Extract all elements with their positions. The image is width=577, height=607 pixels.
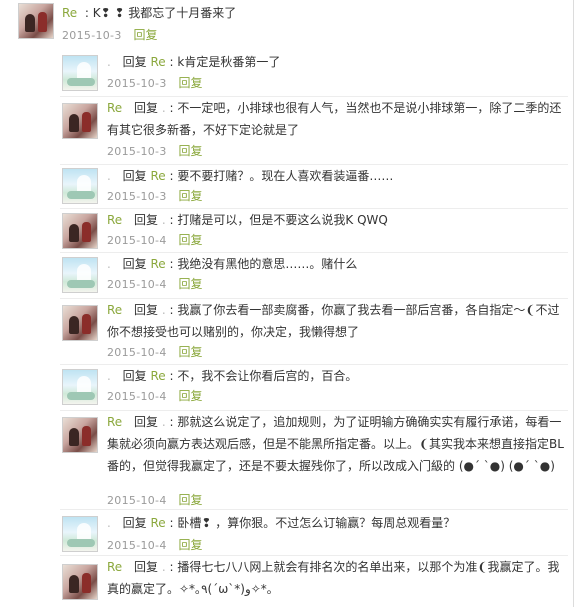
reply-item: Re 回复 . : 播得七七八八网上就会有排名次的名单出来，以那个为准❨我赢定了… — [60, 556, 568, 607]
reply-text: 播得七七八八网上就会有排名次的名单出来，以那个为准❨我赢定了。我真的赢定了。✧*… — [107, 560, 560, 596]
reply-header: Re 回复 . : 打赌是可以，但是不要这么说我K QWQ — [107, 213, 388, 227]
author-link[interactable]: . — [107, 169, 111, 183]
user-avatar[interactable] — [62, 417, 98, 453]
reply-text: 那就这么说定了，追加规则，为了证明输方确确实实有履行承诺，每看一集就必须向赢方表… — [107, 415, 564, 473]
reply-date: 2015-10-4 — [107, 234, 167, 247]
reply-verb: 回复 — [122, 257, 147, 271]
right-divider — [573, 0, 574, 607]
user-avatar[interactable] — [62, 257, 98, 293]
reply-button[interactable]: 回复 — [133, 28, 157, 42]
reply-date: 2015-10-3 — [107, 145, 167, 158]
reply-verb: 回复 — [134, 415, 159, 429]
user-avatar[interactable] — [62, 369, 98, 405]
target-user-link[interactable]: . — [162, 415, 166, 429]
author-link[interactable]: Re — [107, 560, 122, 574]
reply-button[interactable]: 回复 — [178, 189, 202, 203]
reply-verb: 回复 — [122, 369, 147, 383]
top-comment: Re : K❢ ❢ 我都忘了十月番来了 2015-10-3 回复 — [0, 0, 570, 45]
comment-text: K❢ ❢ 我都忘了十月番来了 — [92, 6, 237, 20]
author-link[interactable]: . — [107, 55, 111, 69]
reply-header: Re 回复 . : 不一定吧，小排球也很有人气，当然也不是说小排球第一，除了二季… — [107, 101, 562, 137]
reply-button[interactable]: 回复 — [178, 76, 202, 90]
reply-text: 打赌是可以，但是不要这么说我K QWQ — [177, 213, 388, 227]
reply-text: 不，我不会让你看后宫的，百合。 — [177, 369, 358, 383]
reply-item: . 回复 Re : 卧槽❢ ，算你狠。不过怎么订输赢？每周总观看量？ 2015-… — [60, 510, 568, 554]
reply-item: . 回复 Re : 我绝没有黑他的意思……。赌什么 2015-10-4 回复 — [60, 253, 568, 297]
reply-text: 不一定吧，小排球也很有人气，当然也不是说小排球第一，除了二季的还有其它很多新番，… — [107, 101, 562, 137]
comment-header: Re : K❢ ❢ 我都忘了十月番来了 — [62, 6, 237, 20]
author-link[interactable]: Re — [107, 213, 122, 227]
reply-text: 要不要打赌？。现在人喜欢看装逼番…… — [177, 169, 394, 183]
author-link[interactable]: Re — [107, 415, 122, 429]
author-link[interactable]: Re — [107, 101, 122, 115]
user-avatar[interactable] — [62, 516, 98, 552]
reply-verb: 回复 — [134, 303, 159, 317]
reply-verb: 回复 — [134, 101, 159, 115]
reply-date: 2015-10-4 — [107, 278, 167, 291]
target-user-link[interactable]: . — [162, 101, 166, 115]
reply-verb: 回复 — [134, 213, 159, 227]
reply-item: . 回复 Re : 要不要打赌？。现在人喜欢看装逼番…… 2015-10-3 回… — [60, 165, 568, 209]
user-avatar[interactable] — [62, 305, 98, 341]
reply-button[interactable]: 回复 — [178, 345, 202, 359]
reply-item: Re 回复 . : 打赌是可以，但是不要这么说我K QWQ 2015-10-4 … — [60, 209, 568, 253]
author-link[interactable]: . — [107, 257, 111, 271]
target-user-link[interactable]: . — [162, 303, 166, 317]
reply-item: Re 回复 . : 不一定吧，小排球也很有人气，当然也不是说小排球第一，除了二季… — [60, 97, 568, 163]
user-avatar[interactable] — [18, 3, 54, 39]
reply-verb: 回复 — [122, 169, 147, 183]
reply-date: 2015-10-4 — [107, 494, 167, 507]
reply-date: 2015-10-3 — [107, 190, 167, 203]
comment-date: 2015-10-3 — [62, 29, 122, 42]
user-avatar[interactable] — [62, 213, 98, 249]
target-user-link[interactable]: . — [162, 213, 166, 227]
author-link[interactable]: Re — [107, 303, 122, 317]
reply-button[interactable]: 回复 — [178, 389, 202, 403]
reply-date: 2015-10-3 — [107, 77, 167, 90]
reply-header: . 回复 Re : 不，我不会让你看后宫的，百合。 — [107, 369, 358, 383]
target-user-link[interactable]: Re — [151, 369, 166, 383]
username-link[interactable]: Re — [62, 6, 77, 20]
target-user-link[interactable]: Re — [151, 169, 166, 183]
reply-verb: 回复 — [134, 560, 159, 574]
user-avatar[interactable] — [62, 564, 98, 600]
reply-date: 2015-10-4 — [107, 539, 167, 552]
reply-item: . 回复 Re : k肯定是秋番第一了 2015-10-3 回复 — [60, 51, 568, 95]
user-avatar[interactable] — [62, 103, 98, 139]
comment-meta: 2015-10-3 回复 — [62, 26, 157, 43]
target-user-link[interactable]: . — [162, 560, 166, 574]
author-link[interactable]: . — [107, 369, 111, 383]
reply-header: . 回复 Re : 卧槽❢ ，算你狠。不过怎么订输赢？每周总观看量？ — [107, 516, 456, 530]
reply-header: Re 回复 . : 播得七七八八网上就会有排名次的名单出来，以那个为准❨我赢定了… — [107, 560, 560, 596]
reply-text: 我绝没有黑他的意思……。赌什么 — [177, 257, 358, 271]
reply-button[interactable]: 回复 — [178, 144, 202, 158]
author-link[interactable]: . — [107, 516, 111, 530]
target-user-link[interactable]: Re — [151, 516, 166, 530]
reply-button[interactable]: 回复 — [178, 277, 202, 291]
reply-item: Re 回复 . : 我赢了你去看一部卖腐番，你赢了我去看一部后宫番，各自指定～❨… — [60, 299, 568, 365]
reply-button[interactable]: 回复 — [178, 538, 202, 552]
reply-header: . 回复 Re : 我绝没有黑他的意思……。赌什么 — [107, 257, 358, 271]
reply-date: 2015-10-4 — [107, 346, 167, 359]
reply-verb: 回复 — [122, 516, 147, 530]
reply-item: . 回复 Re : 不，我不会让你看后宫的，百合。 2015-10-4 回复 — [60, 365, 568, 409]
target-user-link[interactable]: Re — [151, 55, 166, 69]
reply-text: 我赢了你去看一部卖腐番，你赢了我去看一部后宫番，各自指定～❨不过你不想接受也可以… — [107, 303, 560, 339]
reply-date: 2015-10-4 — [107, 390, 167, 403]
reply-header: Re 回复 . : 我赢了你去看一部卖腐番，你赢了我去看一部后宫番，各自指定～❨… — [107, 303, 560, 339]
reply-item: Re 回复 . : 那就这么说定了，追加规则，为了证明输方确确实实有履行承诺，每… — [60, 411, 568, 509]
reply-header: . 回复 Re : k肯定是秋番第一了 — [107, 55, 281, 69]
reply-text: k肯定是秋番第一了 — [177, 55, 281, 69]
reply-button[interactable]: 回复 — [178, 233, 202, 247]
reply-button[interactable]: 回复 — [178, 493, 202, 507]
reply-header: Re 回复 . : 那就这么说定了，追加规则，为了证明输方确确实实有履行承诺，每… — [107, 415, 564, 473]
user-avatar[interactable] — [62, 168, 98, 204]
reply-text: 卧槽❢ ，算你狠。不过怎么订输赢？每周总观看量？ — [177, 516, 456, 530]
reply-header: . 回复 Re : 要不要打赌？。现在人喜欢看装逼番…… — [107, 169, 394, 183]
target-user-link[interactable]: Re — [151, 257, 166, 271]
reply-verb: 回复 — [122, 55, 147, 69]
user-avatar[interactable] — [62, 55, 98, 91]
